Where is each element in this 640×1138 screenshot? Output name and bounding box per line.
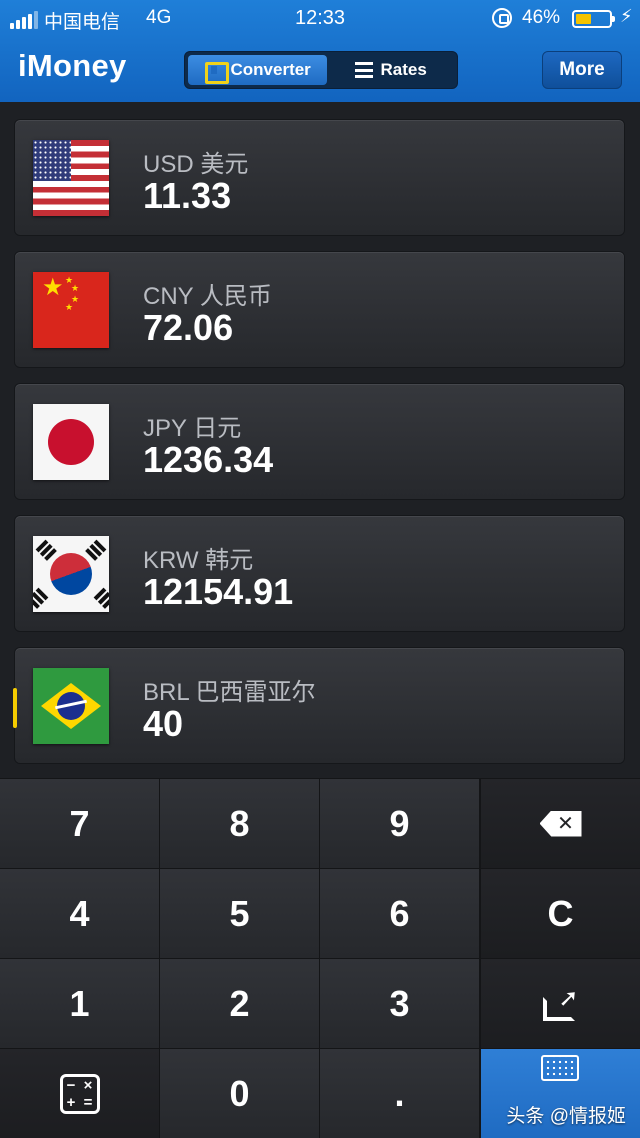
app-header: 中国电信 4G 12:33 46% ⚡ iMoney Converter Rat… <box>0 0 640 102</box>
currency-code: KRW 韩元 <box>143 547 254 574</box>
currency-row-usd[interactable]: USD 美元 11.33 <box>14 119 625 236</box>
keyboard-toggle-button[interactable]: 头条 @情报姬 <box>481 1049 640 1138</box>
currency-amount: 11.33 <box>143 175 232 216</box>
active-row-indicator <box>13 688 17 728</box>
key-9[interactable]: 9 <box>320 779 479 868</box>
battery-icon <box>572 10 615 28</box>
key-4[interactable]: 4 <box>0 869 159 958</box>
currency-code: BRL 巴西雷亚尔 <box>143 679 316 706</box>
key-6[interactable]: 6 <box>320 869 479 958</box>
tab-rates-label: Rates <box>380 60 427 79</box>
rotation-lock-icon <box>492 8 512 28</box>
key-1[interactable]: 1 <box>0 959 159 1048</box>
charging-icon: ⚡ <box>620 6 633 26</box>
key-8[interactable]: 8 <box>160 779 319 868</box>
key-7[interactable]: 7 <box>0 779 159 868</box>
br-flag-icon <box>33 668 109 744</box>
backspace-button[interactable]: ✕ <box>481 779 640 868</box>
keyboard-icon <box>541 1055 579 1081</box>
currency-code: USD 美元 <box>143 151 249 178</box>
key-0[interactable]: 0 <box>160 1049 319 1138</box>
currency-list: USD 美元 11.33 ★ ★ ★ ★ ★ CNY 人民币 72.06 JPY… <box>0 102 640 778</box>
us-flag-icon <box>33 140 109 216</box>
currency-row-krw[interactable]: KRW 韩元 12154.91 <box>14 515 625 632</box>
watermark-text: 头条 @情报姬 <box>506 1106 626 1127</box>
jp-flag-icon <box>33 404 109 480</box>
kr-flag-icon <box>33 536 109 612</box>
currency-row-jpy[interactable]: JPY 日元 1236.34 <box>14 383 625 500</box>
cn-flag-icon: ★ ★ ★ ★ ★ <box>33 272 109 348</box>
mode-segmented-control: Converter Rates <box>184 51 458 89</box>
more-button[interactable]: More <box>542 51 622 89</box>
currency-amount: 72.06 <box>143 307 234 348</box>
list-icon <box>354 62 373 78</box>
currency-code: CNY 人民币 <box>143 283 272 310</box>
clear-button[interactable]: C <box>481 869 640 958</box>
key-decimal[interactable]: . <box>320 1049 479 1138</box>
tab-rates[interactable]: Rates <box>327 55 454 85</box>
calculator-icon: − × + = <box>59 1073 100 1114</box>
numeric-keypad: 7 8 9 ✕ 4 5 6 C 1 2 3 ➚ − × + = 0 . 头条 @情报姬 <box>0 778 640 1138</box>
currency-row-cny[interactable]: ★ ★ ★ ★ ★ CNY 人民币 72.06 <box>14 251 625 368</box>
currency-amount: 1236.34 <box>143 439 274 480</box>
convert-icon <box>204 62 229 84</box>
app-title: iMoney <box>18 48 127 83</box>
key-5[interactable]: 5 <box>160 869 319 958</box>
tab-converter[interactable]: Converter <box>188 55 328 85</box>
currency-code: JPY 日元 <box>143 415 242 442</box>
currency-amount: 40 <box>143 703 184 744</box>
share-button[interactable]: ➚ <box>481 959 640 1048</box>
key-3[interactable]: 3 <box>320 959 479 1048</box>
backspace-icon: ✕ <box>539 810 582 837</box>
currency-amount: 12154.91 <box>143 571 294 612</box>
share-icon: ➚ <box>542 986 579 1021</box>
tab-converter-label: Converter <box>230 60 311 79</box>
battery-percent: 46% <box>522 7 561 28</box>
key-2[interactable]: 2 <box>160 959 319 1048</box>
status-bar: 中国电信 4G 12:33 46% ⚡ <box>0 0 640 36</box>
calculator-button[interactable]: − × + = <box>0 1049 159 1138</box>
currency-row-brl[interactable]: BRL 巴西雷亚尔 40 <box>13 647 625 764</box>
